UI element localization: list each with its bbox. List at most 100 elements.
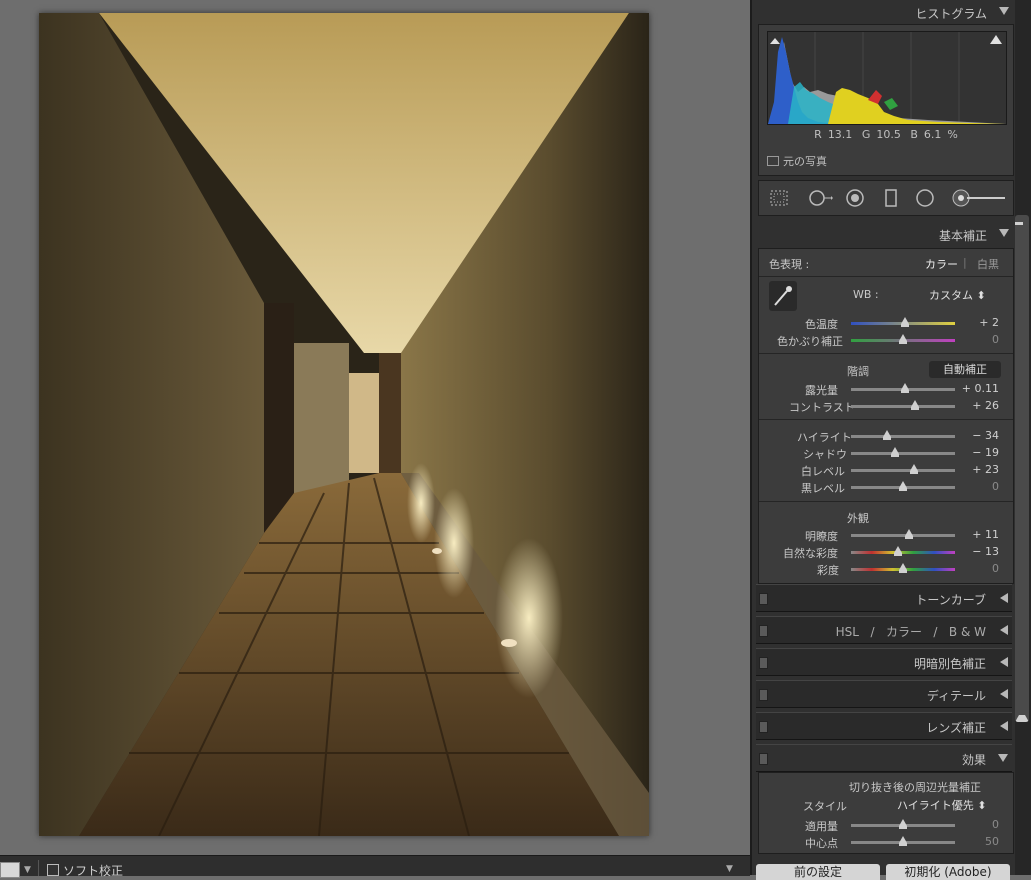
split-toning-header[interactable]: 明暗別色補正 [756,648,1012,676]
histogram-graph[interactable] [767,31,1007,125]
reset-button[interactable]: 初期化 (Adobe) [886,864,1010,880]
expand-triangle-icon[interactable] [1000,689,1008,699]
color-tab[interactable]: カラー [886,625,922,639]
panel-scrollbar[interactable] [1015,0,1031,875]
adjustment-brush-icon[interactable] [951,189,1007,207]
amount-slider[interactable] [851,819,955,829]
slider-thumb[interactable] [899,563,907,573]
tone-curve-header[interactable]: トーンカーブ [756,584,1012,612]
slider-thumb[interactable] [899,481,907,491]
collapse-triangle-icon[interactable] [999,229,1009,237]
vibrance-value[interactable]: − 13 [972,545,999,558]
chevron-down-icon[interactable]: ▼ [24,865,31,875]
collapse-triangle-icon[interactable] [999,7,1009,15]
temp-value[interactable]: + 2 [979,316,999,329]
tint-value[interactable]: 0 [992,333,999,346]
radial-filter-icon[interactable] [915,189,935,207]
expand-triangle-icon[interactable] [1000,657,1008,667]
slider-thumb[interactable] [905,529,914,539]
slider-thumb[interactable] [899,334,907,344]
slider-thumb[interactable] [890,447,899,457]
vibrance-slider[interactable] [851,546,955,556]
view-mode-select[interactable] [0,862,20,878]
slider-thumb[interactable] [910,464,919,474]
basic-header[interactable]: 基本補正 [752,222,1017,246]
panel-switch[interactable] [759,753,768,765]
panel-switch[interactable] [759,593,768,605]
contrast-label: コントラスト [789,401,855,414]
tint-slider[interactable] [851,334,955,344]
treatment-color-option[interactable]: カラー [925,256,958,272]
midpoint-value[interactable]: 50 [985,835,999,848]
panel-switch[interactable] [759,721,768,733]
detail-header[interactable]: ディテール [756,680,1012,708]
panel-switch[interactable] [759,689,768,701]
original-photo-toggle[interactable]: 元の写真 [767,153,827,169]
slider-thumb[interactable] [901,317,910,327]
temp-slider[interactable] [851,317,955,327]
slider-thumb[interactable] [883,430,892,440]
soft-proof-label: ソフト校正 [63,864,124,878]
slider-thumb[interactable] [901,383,910,393]
toolbar-menu-icon[interactable]: ▼ [726,864,733,874]
photo-workspace[interactable] [0,0,750,855]
slider-thumb[interactable] [893,546,902,556]
whites-label: 白レベル [801,465,845,478]
clarity-value[interactable]: + 11 [972,528,999,541]
soft-proof-checkbox[interactable] [47,864,59,876]
tint-label: 色かぶり補正 [777,335,843,348]
graduated-filter-icon[interactable] [881,189,901,207]
clarity-slider[interactable] [851,529,955,539]
wb-select[interactable]: カスタム ⬍ [929,287,986,303]
style-select[interactable]: ハイライト優先 ⬍ [897,797,987,813]
scrollbar-thumb[interactable] [1015,215,1029,722]
original-photo-checkbox[interactable] [767,156,779,166]
histogram-panel: R 13.1 G 10.5 B 6.1% 元の写真 [758,24,1014,176]
previous-settings-button[interactable]: 前の設定 [756,864,880,880]
clarity-label: 明瞭度 [805,530,838,543]
contrast-slider[interactable] [851,400,955,410]
shadows-slider[interactable] [851,447,955,457]
whites-slider[interactable] [851,464,955,474]
histogram-header[interactable]: ヒストグラム [752,0,1017,24]
saturation-slider[interactable] [851,563,955,573]
expand-triangle-icon[interactable] [1000,721,1008,731]
slider-thumb[interactable] [899,819,907,829]
spot-removal-icon[interactable] [807,189,833,207]
treatment-bw-option[interactable]: 白黒 [977,256,999,272]
crop-overlay-icon[interactable] [769,189,789,207]
lens-corrections-header[interactable]: レンズ補正 [756,712,1012,740]
saturation-value[interactable]: 0 [992,562,999,575]
amount-value[interactable]: 0 [992,818,999,831]
hsl-header[interactable]: HSL / カラー / B & W [756,616,1012,644]
bw-tab[interactable]: B & W [949,625,986,639]
panel-switch[interactable] [759,657,768,669]
expand-triangle-icon[interactable] [1000,593,1008,603]
divider [759,276,1013,277]
panel-switch[interactable] [759,625,768,637]
treatment-label: 色表現 : [769,258,810,271]
expand-triangle-icon[interactable] [1000,625,1008,635]
collapse-triangle-icon[interactable] [998,754,1008,762]
highlights-value[interactable]: − 34 [972,429,999,442]
blacks-slider[interactable] [851,481,955,491]
corridor-photo[interactable] [39,13,649,836]
style-label: スタイル [803,800,847,813]
exposure-value[interactable]: + 0.11 [962,382,999,395]
white-balance-dropper-icon[interactable] [769,281,797,311]
red-eye-icon[interactable] [845,189,865,207]
slider-thumb[interactable] [899,836,907,846]
auto-tone-button[interactable]: 自動補正 [929,361,1001,378]
g-value: 10.5 [876,128,901,141]
effects-header[interactable]: 効果 [756,744,1012,772]
midpoint-slider[interactable] [851,836,955,846]
highlights-slider[interactable] [851,430,955,440]
blacks-value[interactable]: 0 [992,480,999,493]
contrast-value[interactable]: + 26 [972,399,999,412]
exposure-slider[interactable] [851,383,955,393]
hsl-tab[interactable]: HSL [836,625,859,639]
vibrance-label: 自然な彩度 [783,547,838,560]
shadows-value[interactable]: − 19 [972,446,999,459]
slider-thumb[interactable] [911,400,920,410]
whites-value[interactable]: + 23 [972,463,999,476]
